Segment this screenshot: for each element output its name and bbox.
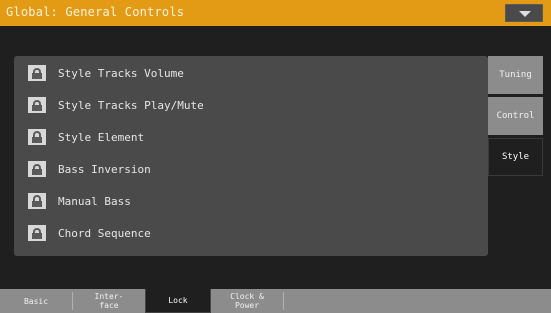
- lock-item-label: Bass Inversion: [58, 163, 151, 176]
- lock-item-style-element[interactable]: Style Element: [14, 124, 488, 150]
- lock-item-label: Style Tracks Volume: [58, 67, 184, 80]
- tab-tuning[interactable]: Tuning: [488, 56, 543, 94]
- page-title: Global: General Controls: [6, 5, 185, 19]
- chevron-down-icon: [519, 11, 531, 17]
- bottom-tab-bar: Basic Inter- face Lock Clock & Power: [0, 289, 551, 313]
- header-gap: [0, 26, 551, 48]
- tab-control[interactable]: Control: [488, 97, 543, 135]
- unlocked-icon[interactable]: [28, 225, 46, 241]
- tab-basic[interactable]: Basic: [0, 289, 72, 313]
- tab-clock-power[interactable]: Clock & Power: [211, 289, 283, 313]
- lock-item-label: Style Tracks Play/Mute: [58, 99, 204, 112]
- tab-divider: [283, 292, 284, 310]
- page-menu-button[interactable]: [505, 4, 543, 22]
- locked-icon[interactable]: [28, 193, 46, 209]
- tab-lock[interactable]: Lock: [145, 289, 211, 313]
- lock-item-label: Manual Bass: [58, 195, 131, 208]
- unlocked-icon[interactable]: [28, 97, 46, 113]
- unlocked-icon[interactable]: [28, 161, 46, 177]
- lock-item-style-tracks-volume[interactable]: Style Tracks Volume: [14, 60, 488, 86]
- unlocked-icon[interactable]: [28, 65, 46, 81]
- lock-item-chord-sequence[interactable]: Chord Sequence: [14, 220, 488, 246]
- title-bar: Global: General Controls: [0, 0, 551, 26]
- lock-item-bass-inversion[interactable]: Bass Inversion: [14, 156, 488, 182]
- lock-item-style-tracks-play-mute[interactable]: Style Tracks Play/Mute: [14, 92, 488, 118]
- side-tabs: Tuning Control Style: [488, 56, 543, 179]
- lock-item-manual-bass[interactable]: Manual Bass: [14, 188, 488, 214]
- lock-item-label: Chord Sequence: [58, 227, 151, 240]
- tab-interface[interactable]: Inter- face: [73, 289, 145, 313]
- tab-style[interactable]: Style: [488, 138, 543, 176]
- lock-item-label: Style Element: [58, 131, 145, 144]
- lock-panel: Style Tracks Volume Style Tracks Play/Mu…: [14, 56, 488, 256]
- locked-icon[interactable]: [28, 129, 46, 145]
